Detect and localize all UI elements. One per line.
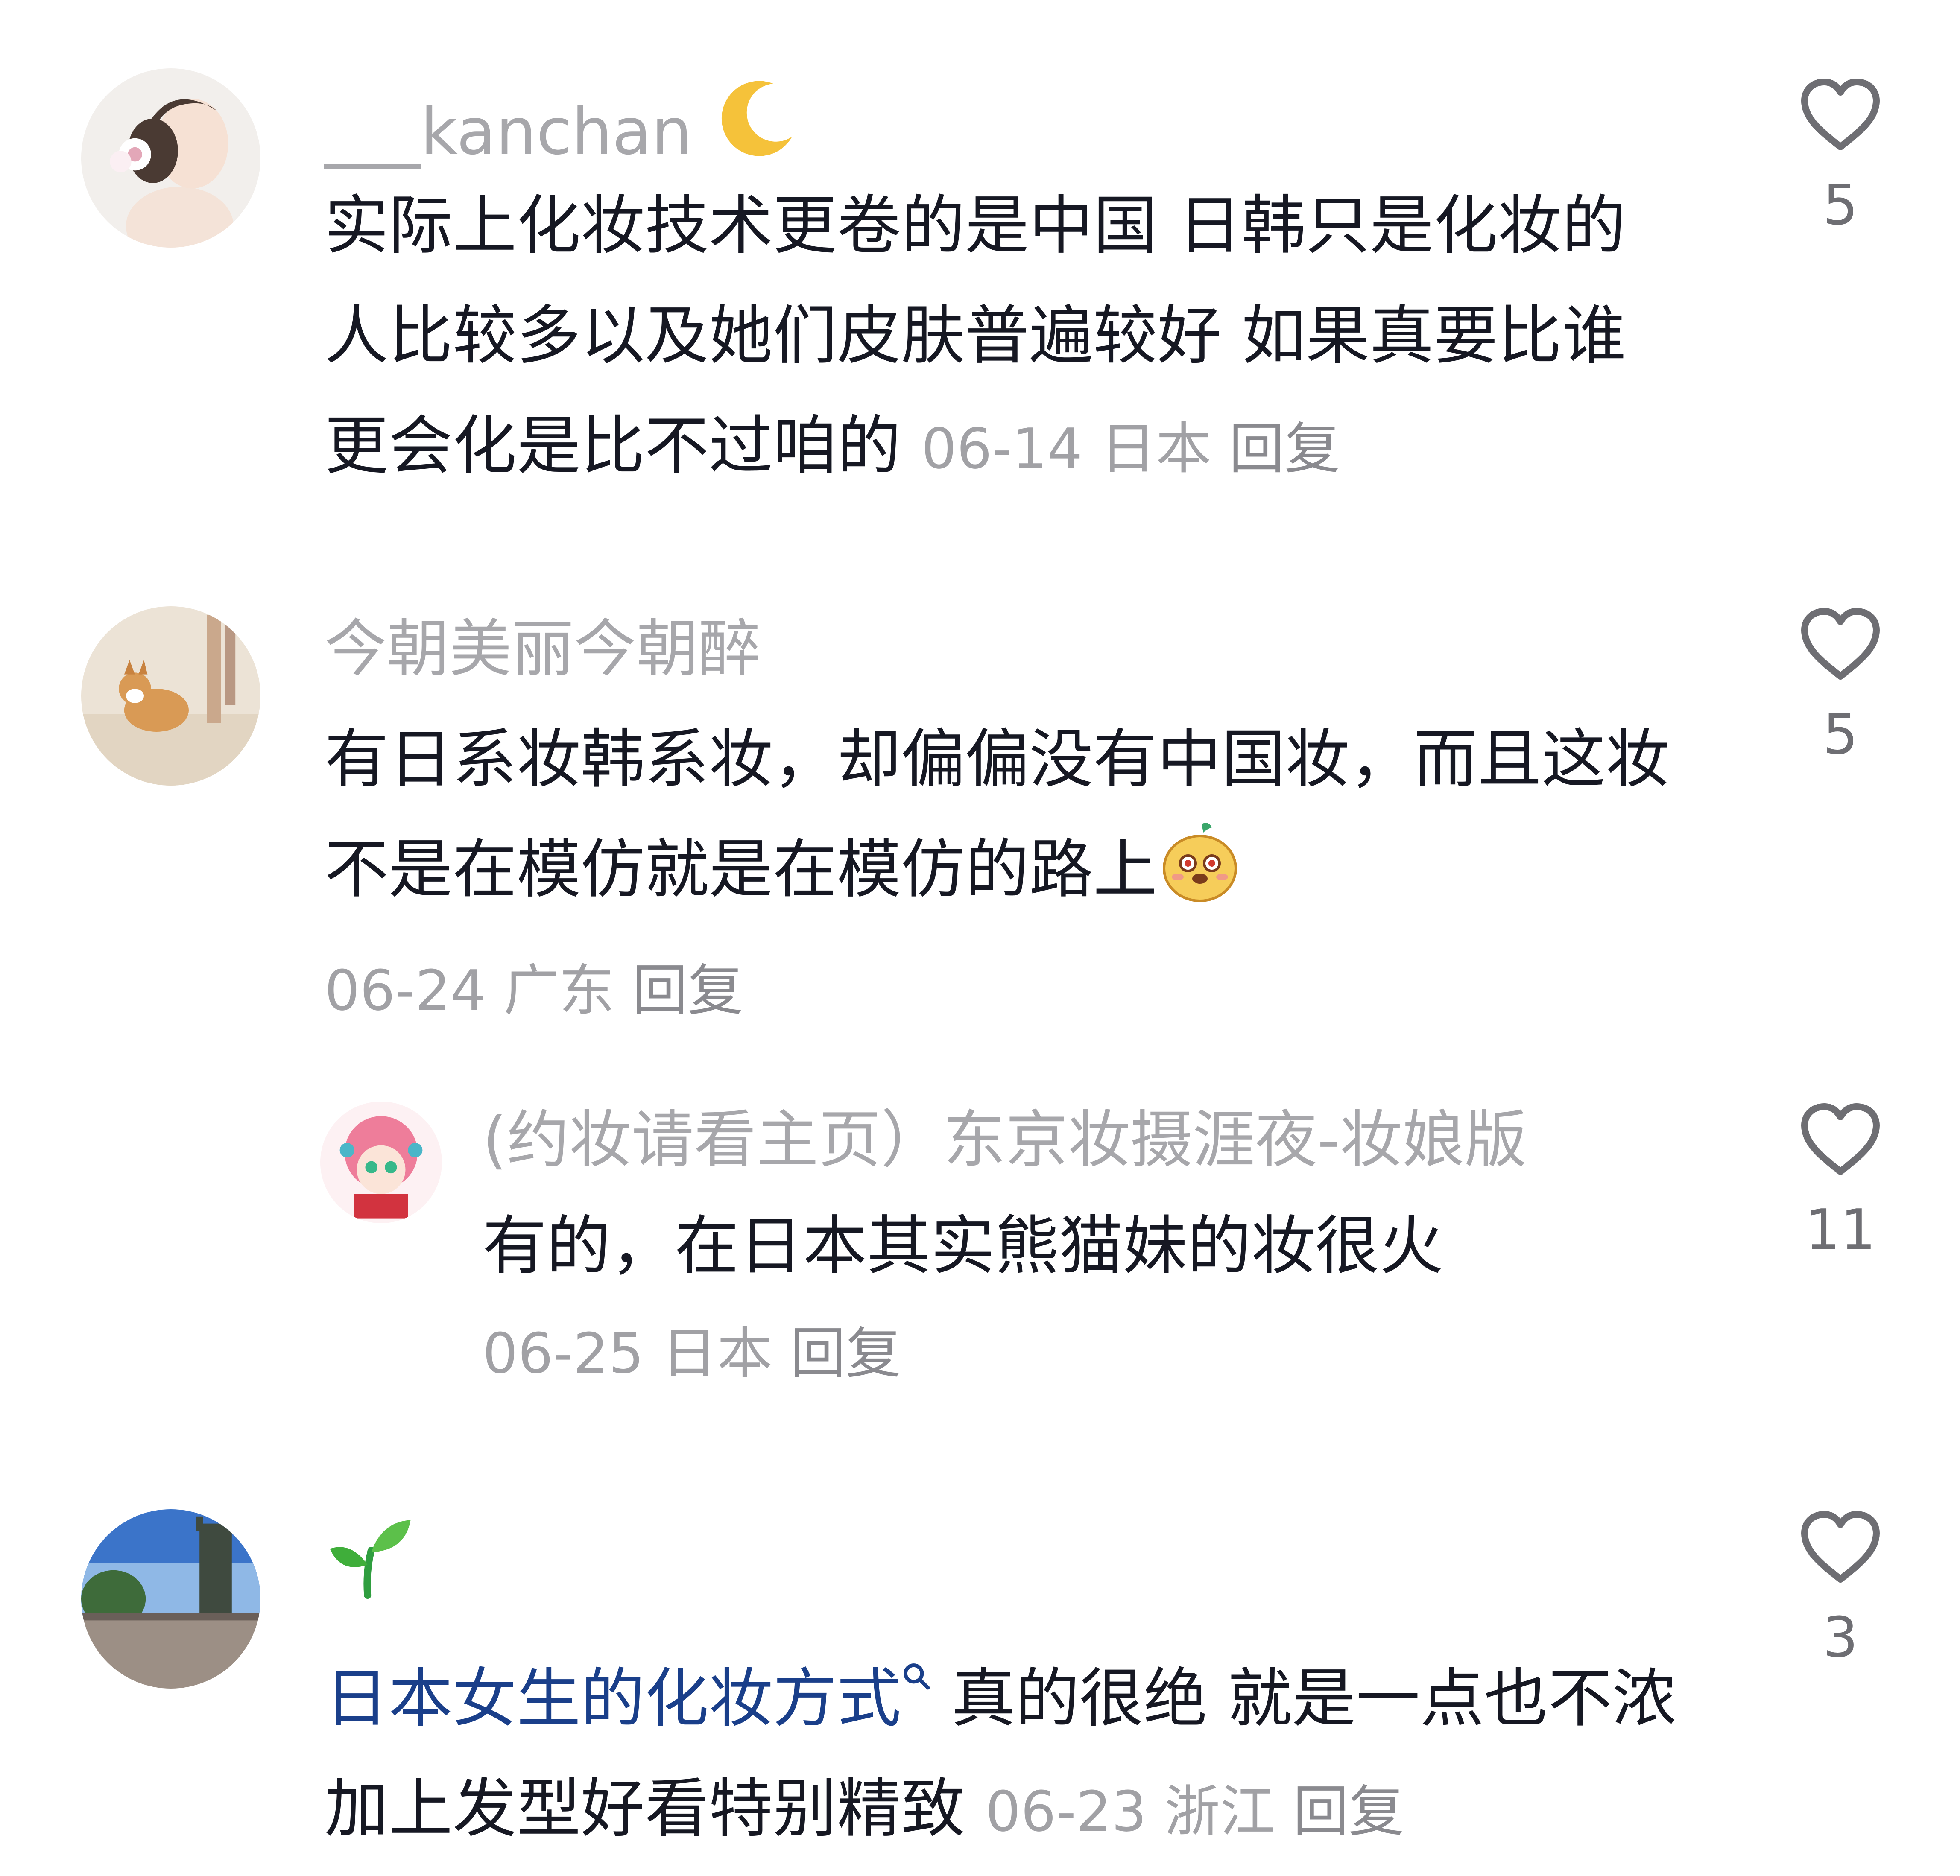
heart-icon	[1801, 1103, 1880, 1175]
comment-meta: 06-23 浙江 回复	[986, 1779, 1404, 1844]
comment-body: 有的，在日本其实熊猫妹的妆很火	[483, 1191, 1678, 1301]
like-count: 11	[1805, 1197, 1876, 1262]
like-button[interactable]: 3	[1793, 1509, 1887, 1671]
like-count: 3	[1823, 1605, 1858, 1670]
username-text: ___kanchan	[325, 95, 692, 169]
avatar[interactable]	[320, 1102, 442, 1223]
comment-date: 06-25	[483, 1321, 644, 1386]
comment-meta: 06-24 广东 回复	[325, 948, 743, 1033]
comment-item: 日本女生的化妆方式 真的很绝 就是一点也不浓 加上发型好看特别精致 06-23 …	[0, 1473, 1960, 1876]
search-link[interactable]: 日本女生的化妆方式	[325, 1662, 931, 1736]
comment-username[interactable]: (约妆请看主页）东京妆摄涯夜-妆娘版	[483, 1102, 1527, 1178]
avatar[interactable]	[81, 68, 260, 248]
comment-body: 有日系妆韩系妆，却偏偏没有中国妆，而且这妆不是在模仿就是在模仿的路上	[325, 704, 1682, 938]
like-button[interactable]: 5	[1793, 606, 1887, 769]
comment-date: 06-24	[325, 958, 486, 1023]
heart-icon	[1801, 608, 1880, 680]
blush-emoji-icon	[1157, 819, 1243, 938]
comment-location: 日本	[1100, 416, 1211, 481]
avatar[interactable]	[81, 1509, 260, 1689]
comment-username[interactable]: ___kanchan	[325, 77, 797, 179]
comment-list: ___kanchan 实际上化妆技术更卷的是中国 日韩只是化妆的人比较多以及她们…	[0, 0, 1960, 1876]
heart-icon	[1801, 1511, 1880, 1583]
comment-text: 有日系妆韩系妆，却偏偏没有中国妆，而且这妆不是在模仿就是在模仿的路上	[325, 722, 1670, 907]
like-count: 5	[1823, 702, 1858, 767]
comment-item: 今朝美丽今朝醉 有日系妆韩系妆，却偏偏没有中国妆，而且这妆不是在模仿就是在模仿的…	[0, 534, 1960, 1046]
reply-button[interactable]: 回复	[790, 1321, 901, 1386]
comment-meta: 06-14 日本 回复	[921, 416, 1340, 481]
search-link-text: 日本女生的化妆方式	[325, 1662, 901, 1736]
comment-body: 实际上化妆技术更卷的是中国 日韩只是化妆的人比较多以及她们皮肤普遍较好 如果真要…	[325, 171, 1682, 504]
avatar[interactable]	[81, 606, 260, 786]
comment-location: 浙江	[1164, 1779, 1275, 1844]
like-button[interactable]: 5	[1793, 77, 1887, 239]
comment-meta: 06-25 日本 回复	[483, 1311, 901, 1396]
like-button[interactable]: 11	[1793, 1102, 1887, 1264]
comment-item: ___kanchan 实际上化妆技术更卷的是中国 日韩只是化妆的人比较多以及她们…	[0, 0, 1960, 534]
reply-button[interactable]: 回复	[1229, 416, 1340, 481]
search-icon	[901, 1614, 931, 1724]
reply-item: (约妆请看主页）东京妆摄涯夜-妆娘版 有的，在日本其实熊猫妹的妆很火 06-25…	[0, 1046, 1960, 1473]
reply-button[interactable]: 回复	[1293, 1779, 1404, 1844]
like-count: 5	[1823, 172, 1858, 237]
comment-body: 日本女生的化妆方式 真的很绝 就是一点也不浓 加上发型好看特别精致 06-23 …	[325, 1614, 1682, 1867]
comment-date: 06-23	[985, 1779, 1147, 1844]
comment-location: 广东	[503, 958, 615, 1023]
seedling-icon	[325, 1509, 414, 1599]
crescent-moon-icon	[712, 77, 797, 179]
comment-location: 日本	[661, 1321, 773, 1386]
reply-button[interactable]: 回复	[632, 958, 743, 1023]
comment-username[interactable]: 今朝美丽今朝醉	[325, 611, 761, 687]
comment-date: 06-14	[921, 416, 1083, 481]
heart-icon	[1801, 79, 1880, 150]
comment-text: 有的，在日本其实熊猫妹的妆很火	[483, 1209, 1444, 1283]
